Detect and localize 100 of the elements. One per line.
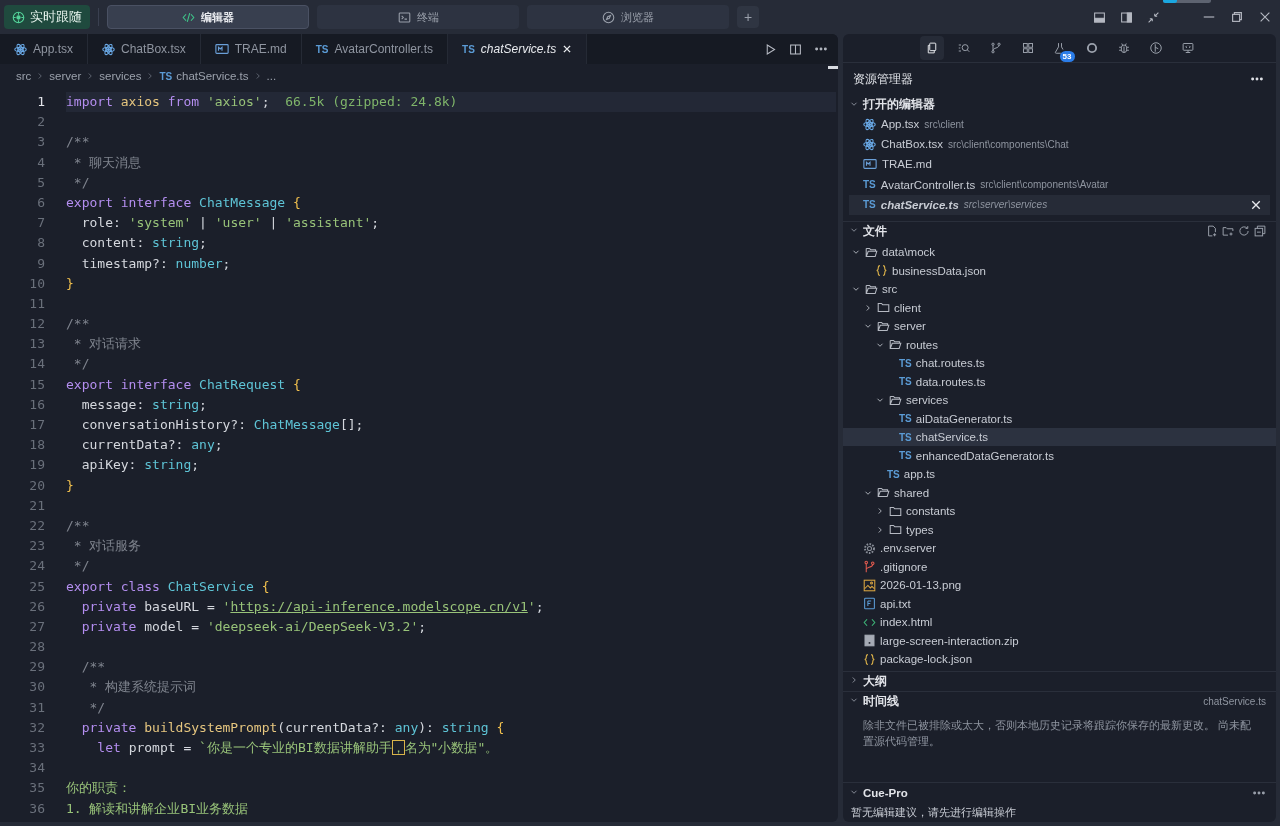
section-header[interactable]: 打开的编辑器 <box>843 95 1276 114</box>
breadcrumb-item[interactable]: src <box>16 70 32 82</box>
folder-row[interactable]: services <box>843 390 1276 410</box>
file-row[interactable]: .gitignore <box>843 557 1276 576</box>
code-line: /** <box>66 315 91 334</box>
mode-tab[interactable]: 编辑器 <box>107 5 309 29</box>
ts-file-icon: TS <box>863 199 876 211</box>
suggestion-message: 暂无编辑建议，请先进行编辑操作 <box>851 806 1016 818</box>
activity-button[interactable]: 53 <box>1047 36 1072 60</box>
file-row[interactable]: TS app.ts <box>843 464 1276 484</box>
line-number: 25 <box>28 577 46 596</box>
line-number: 7 <box>36 214 46 233</box>
line-number: 35 <box>28 779 46 798</box>
editor-tab[interactable]: TS chatService.ts <box>448 34 588 64</box>
breadcrumb-item[interactable]: chatService.ts <box>176 70 249 82</box>
activity-button[interactable] <box>919 36 944 60</box>
file-row[interactable]: large-screen-interaction.zip <box>843 631 1276 650</box>
atom-icon <box>14 42 27 56</box>
line-number: 30 <box>28 678 46 697</box>
file-row[interactable]: TS aiDataGenerator.ts <box>843 409 1276 428</box>
folder-row[interactable]: constants <box>843 501 1276 521</box>
ts-file-icon: TS <box>899 431 912 443</box>
section-header[interactable]: Cue-Pro <box>843 783 1276 802</box>
line-number: 10 <box>28 274 46 293</box>
code-line: } <box>66 274 75 293</box>
line-number: 36 <box>28 799 46 818</box>
panel-bottom-icon <box>1093 10 1106 24</box>
line-number: 26 <box>28 597 46 616</box>
file-row[interactable]: TS chat.routes.ts <box>843 353 1276 373</box>
file-row[interactable]: businessData.json <box>843 261 1276 280</box>
open-editor-item[interactable]: App.tsx src\client <box>849 114 1270 135</box>
breadcrumb-item[interactable]: server <box>49 70 82 82</box>
folder-row[interactable]: server <box>843 316 1276 336</box>
mode-tab[interactable]: 浏览器 <box>527 5 729 29</box>
line-number: 23 <box>28 537 46 556</box>
folder-row[interactable]: shared <box>843 483 1276 502</box>
file-row[interactable]: .env.server <box>843 538 1276 558</box>
open-editor-item[interactable]: TS chatService.ts src\server\services <box>849 194 1270 215</box>
timeline-file: chatService.ts <box>1203 695 1266 707</box>
add-tab-button[interactable]: + <box>737 6 759 28</box>
line-number: 14 <box>28 355 46 374</box>
braces-icon <box>863 652 876 666</box>
branch-icon <box>863 560 876 574</box>
code-line: */ <box>72 557 91 576</box>
code-line: export interface ChatRequest { <box>66 375 302 394</box>
code-line: message: string; <box>80 395 208 414</box>
section-header[interactable]: 大纲 <box>843 671 1276 691</box>
file-row[interactable]: api.txt <box>843 594 1276 613</box>
line-number: 15 <box>28 375 46 394</box>
breadcrumb-item[interactable]: ... <box>266 70 277 82</box>
file-row[interactable]: TS enhancedDataGenerator.ts <box>843 446 1276 465</box>
file-row[interactable]: 2026-01-13.png <box>843 575 1276 595</box>
split-editor-icon <box>789 42 802 56</box>
minimap-marker <box>828 66 838 69</box>
line-number: 9 <box>36 254 46 273</box>
folder-row[interactable]: src <box>843 279 1276 299</box>
markdown-file-icon <box>863 157 877 172</box>
file-row[interactable]: TS data.routes.ts <box>843 372 1276 391</box>
ts-file-icon: TS <box>315 43 329 55</box>
close-icon <box>1258 10 1272 24</box>
new-file-icon <box>1206 225 1218 238</box>
line-number: 5 <box>36 173 46 192</box>
code-line: /** <box>66 516 91 535</box>
code-line: currentData?: any; <box>80 436 224 455</box>
code-line: * 构建系统提示词 <box>88 678 198 697</box>
gear-icon <box>863 541 876 555</box>
atom-icon <box>863 137 876 151</box>
section-header[interactable]: 文件 <box>843 221 1276 241</box>
section-header[interactable]: 时间线 chatService.ts <box>843 691 1276 711</box>
panel-right-icon <box>1120 10 1133 24</box>
line-number: 29 <box>28 658 46 677</box>
mode-tab[interactable]: 终端 <box>317 5 519 29</box>
line-number: 31 <box>28 698 46 717</box>
refresh-icon <box>1238 225 1250 238</box>
editor-tab[interactable]: App.tsx <box>0 34 89 64</box>
count-badge: 53 <box>1059 51 1075 62</box>
code-line: 1. 解读和讲解企业BI业务数据 <box>66 799 250 818</box>
line-number: 28 <box>28 638 46 657</box>
open-editor-item[interactable]: TRAE.md <box>849 154 1270 175</box>
open-editor-item[interactable]: ChatBox.tsx src\client\components\Chat <box>849 134 1270 155</box>
editor-tab[interactable]: TRAE.md <box>200 34 302 64</box>
branch-icon <box>989 40 1002 56</box>
breadcrumb-item[interactable]: services <box>99 70 142 82</box>
folder-row[interactable]: data\mock <box>843 242 1276 262</box>
folder-row[interactable]: client <box>843 298 1276 317</box>
line-number: 12 <box>28 315 46 334</box>
file-row[interactable]: index.html <box>843 612 1276 632</box>
new-folder-icon <box>1222 225 1234 238</box>
line-number: 20 <box>28 476 46 495</box>
follow-button[interactable]: 实时跟随 <box>4 5 90 29</box>
file-row[interactable]: package-lock.json <box>843 649 1276 669</box>
grid-icon <box>1021 40 1034 56</box>
folder-icon <box>889 523 902 537</box>
code-line: * 对话服务 <box>72 537 143 556</box>
editor-tab[interactable]: ChatBox.tsx <box>88 34 201 64</box>
image-file-icon <box>863 578 876 592</box>
folder-row[interactable]: types <box>843 520 1276 539</box>
folder-row[interactable]: routes <box>843 335 1276 354</box>
file-row[interactable]: TS chatService.ts <box>843 427 1276 447</box>
open-editor-item[interactable]: TS AvatarController.ts src\client\components\Avatar <box>849 174 1270 195</box>
